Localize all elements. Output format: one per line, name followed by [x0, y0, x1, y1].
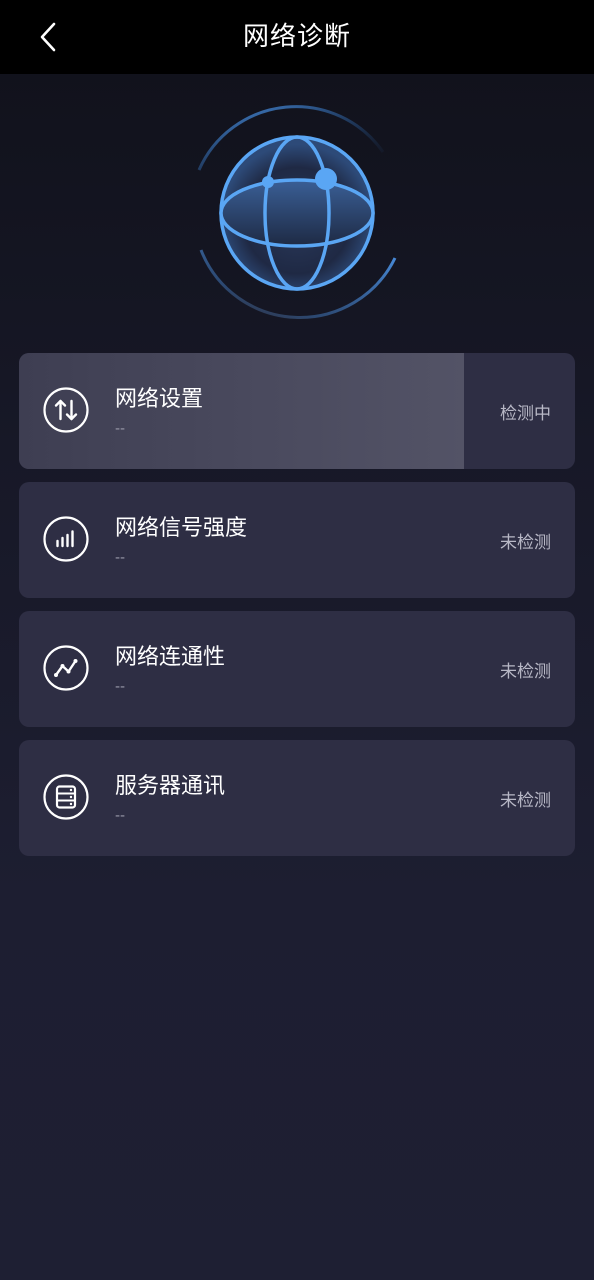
item-title: 网络信号强度: [115, 516, 248, 541]
item-status: 未检测: [500, 791, 551, 811]
line-graph-icon: [43, 645, 89, 691]
item-status: 未检测: [500, 662, 551, 682]
item-title: 网络连通性: [115, 645, 226, 670]
item-subtitle: --: [115, 808, 126, 824]
updown-arrows-icon: [43, 387, 89, 433]
item-server-communication[interactable]: 服务器通讯 -- 未检测: [19, 740, 575, 856]
item-connectivity[interactable]: 网络连通性 -- 未检测: [19, 611, 575, 727]
item-status: 检测中: [500, 404, 551, 424]
signal-bars-icon: [43, 516, 89, 562]
item-subtitle: --: [115, 421, 126, 437]
server-icon: [43, 774, 89, 820]
item-network-settings[interactable]: 网络设置 -- 检测中: [19, 353, 575, 469]
item-signal-strength[interactable]: 网络信号强度 -- 未检测: [19, 482, 575, 598]
item-title: 网络设置: [115, 387, 204, 412]
top-bar: 网络诊断: [0, 0, 594, 74]
item-subtitle: --: [115, 679, 126, 695]
item-title: 服务器通讯: [115, 774, 226, 799]
item-status: 未检测: [500, 533, 551, 553]
item-subtitle: --: [115, 550, 126, 566]
globe-icon: [197, 105, 397, 319]
page-title: 网络诊断: [242, 22, 351, 52]
hero-globe: [187, 100, 407, 326]
